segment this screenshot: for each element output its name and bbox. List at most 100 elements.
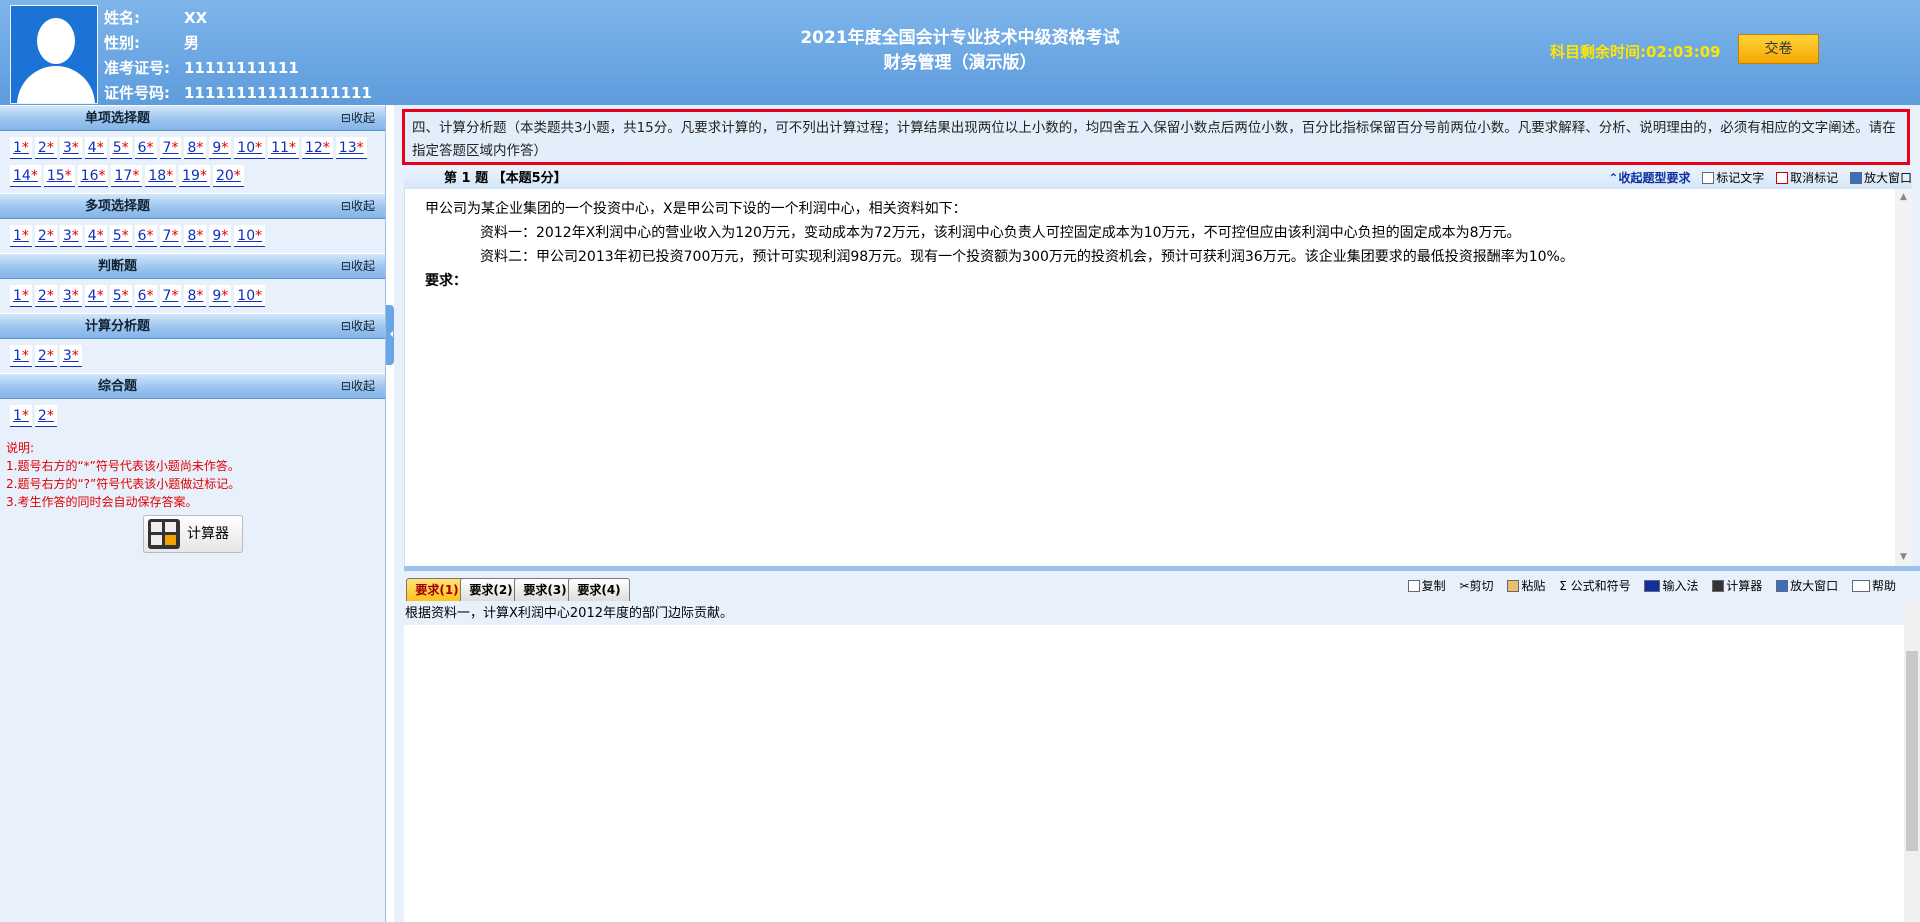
requirement-tab[interactable]: 要求(2) xyxy=(460,578,522,602)
ime-icon xyxy=(1644,580,1661,592)
question-link[interactable]: 6* xyxy=(134,285,157,307)
question-link[interactable]: 15* xyxy=(43,165,75,187)
page-scrollbar-thumb[interactable] xyxy=(1906,651,1918,851)
question-scrollbar[interactable]: ▲ ▼ xyxy=(1895,189,1912,566)
collapse-requirement-button[interactable]: ⌃收起题型要求 xyxy=(1608,168,1690,189)
question-link[interactable]: 2* xyxy=(34,225,57,247)
copy-button[interactable]: 复制 xyxy=(1407,577,1446,594)
section-collapse-button[interactable]: ⊟收起 xyxy=(341,254,375,279)
section-collapse-button[interactable]: ⊟收起 xyxy=(341,374,375,399)
question-link[interactable]: 17* xyxy=(111,165,143,187)
question-link[interactable]: 20* xyxy=(212,165,244,187)
section-collapse-button[interactable]: ⊟收起 xyxy=(341,194,375,219)
answer-calculator-button[interactable]: 计算器 xyxy=(1712,577,1762,594)
question-link[interactable]: 8* xyxy=(184,225,207,247)
question-link[interactable]: 4* xyxy=(84,137,107,159)
question-link[interactable]: 13* xyxy=(335,137,367,159)
unanswered-mark: * xyxy=(46,348,54,364)
answer-enlarge-button[interactable]: 放大窗口 xyxy=(1776,577,1838,594)
unanswered-mark: * xyxy=(146,140,154,156)
section-collapse-button[interactable]: ⊟收起 xyxy=(341,314,375,339)
unanswered-mark: * xyxy=(71,228,79,244)
unanswered-mark: * xyxy=(121,288,129,304)
mark-text-button[interactable]: 标记文字 xyxy=(1702,168,1764,189)
exam-header: 姓名: XX 性别: 男 准考证号: 11111111111 证件号码: 1111111… xyxy=(0,0,1920,105)
page-scrollbar[interactable] xyxy=(1904,601,1920,922)
help-button[interactable]: 帮助 xyxy=(1851,577,1896,594)
question-link[interactable]: 18* xyxy=(145,165,177,187)
question-link[interactable]: 1* xyxy=(10,345,32,367)
unanswered-mark: * xyxy=(21,140,29,156)
question-link[interactable]: 4* xyxy=(84,285,107,307)
section-title: 单项选择题 xyxy=(84,111,150,126)
question-link[interactable]: 7* xyxy=(159,137,182,159)
question-link[interactable]: 1* xyxy=(10,285,32,307)
question-link[interactable]: 14* xyxy=(10,165,41,187)
scroll-up-icon[interactable]: ▲ xyxy=(1895,189,1912,206)
enlarge-window-button[interactable]: 放大窗口 xyxy=(1849,168,1912,189)
question-link[interactable]: 7* xyxy=(159,285,182,307)
question-link[interactable]: 3* xyxy=(59,285,82,307)
unanswered-mark: * xyxy=(98,168,106,184)
question-link[interactable]: 3* xyxy=(59,137,82,159)
section-header: 计算分析题 ⊟收起 xyxy=(0,313,385,339)
question-link[interactable]: 10* xyxy=(234,285,266,307)
question-link[interactable]: 5* xyxy=(109,137,132,159)
question-link[interactable]: 2* xyxy=(34,405,57,427)
scroll-down-icon[interactable]: ▼ xyxy=(1895,549,1912,566)
question-link[interactable]: 8* xyxy=(184,285,207,307)
unmark-button[interactable]: 取消标记 xyxy=(1776,168,1838,189)
unanswered-mark: * xyxy=(199,168,207,184)
question-link[interactable]: 1* xyxy=(10,405,32,427)
calculator-label: 计算器 xyxy=(187,526,229,542)
question-link[interactable]: 10* xyxy=(234,225,266,247)
question-link[interactable]: 7* xyxy=(159,225,182,247)
unanswered-mark: * xyxy=(233,168,241,184)
question-link[interactable]: 19* xyxy=(179,165,210,187)
question-link[interactable]: 11* xyxy=(268,137,299,159)
requirement-tab[interactable]: 要求(1) xyxy=(406,578,468,602)
unanswered-mark: * xyxy=(71,288,79,304)
question-link[interactable]: 9* xyxy=(209,285,232,307)
question-link[interactable]: 1* xyxy=(10,225,32,247)
section-header: 综合题 ⊟收起 xyxy=(0,373,385,399)
question-link[interactable]: 2* xyxy=(34,137,57,159)
question-link[interactable]: 6* xyxy=(134,225,157,247)
question-link[interactable]: 2* xyxy=(34,345,57,367)
question-link[interactable]: 5* xyxy=(109,285,132,307)
submit-exam-button[interactable]: 交卷 xyxy=(1738,34,1819,64)
paste-button[interactable]: 粘贴 xyxy=(1507,577,1545,594)
enlarge-icon xyxy=(1849,172,1862,184)
question-link[interactable]: 6* xyxy=(134,137,157,159)
unanswered-mark: * xyxy=(322,140,330,156)
unanswered-mark: * xyxy=(21,408,29,424)
question-link[interactable]: 3* xyxy=(59,225,82,247)
calculator-button[interactable]: 计算器 xyxy=(143,515,243,553)
section-header: 多项选择题 ⊟收起 xyxy=(0,193,385,219)
question-link[interactable]: 9* xyxy=(209,225,232,247)
section-title: 判断题 xyxy=(97,259,137,274)
question-link[interactable]: 4* xyxy=(84,225,107,247)
question-link[interactable]: 12* xyxy=(301,137,333,159)
question-intro: 甲公司为某企业集团的一个投资中心，X是甲公司下设的一个利润中心，相关资料如下： xyxy=(425,201,967,217)
question-link[interactable]: 16* xyxy=(77,165,109,187)
unanswered-mark: * xyxy=(21,288,29,304)
requirement-tab[interactable]: 要求(3) xyxy=(514,578,576,602)
unanswered-mark: * xyxy=(121,228,129,244)
unanswered-mark: * xyxy=(96,228,104,244)
question-link[interactable]: 3* xyxy=(59,345,82,367)
requirement-tab[interactable]: 要求(4) xyxy=(568,578,630,602)
ime-button[interactable]: 输入法 xyxy=(1644,577,1698,594)
formula-button[interactable]: Σ 公式和符号 xyxy=(1559,577,1630,594)
notes: 说明: 1.题号右方的“*”符号代表该小题尚未作答。 2.题号右方的“?”符号代… xyxy=(0,433,385,517)
question-link[interactable]: 1* xyxy=(10,137,32,159)
question-link[interactable]: 10* xyxy=(234,137,266,159)
question-link[interactable]: 8* xyxy=(184,137,207,159)
question-link[interactable]: 2* xyxy=(34,285,57,307)
cut-button[interactable]: ✂剪切 xyxy=(1459,577,1493,594)
answer-textarea[interactable] xyxy=(404,625,1904,922)
panel-splitter-handle[interactable] xyxy=(386,305,394,365)
question-link[interactable]: 9* xyxy=(209,137,232,159)
question-link[interactable]: 5* xyxy=(109,225,132,247)
section-collapse-button[interactable]: ⊟收起 xyxy=(341,106,375,131)
